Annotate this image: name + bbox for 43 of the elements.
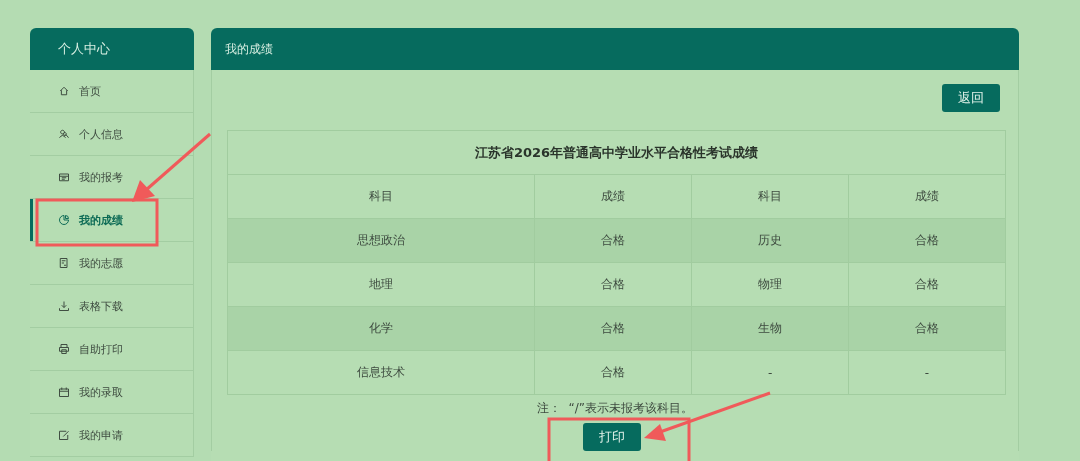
sidebar-item[interactable]: 我的申请: [30, 414, 194, 457]
menu-icon: [58, 171, 70, 183]
menu-icon: [58, 429, 70, 441]
menu-icon: [58, 300, 70, 312]
table-cell: 化学: [227, 306, 535, 351]
table-cell: 合格: [848, 262, 1006, 307]
sidebar-item[interactable]: 个人信息: [30, 113, 194, 156]
table-cell: 生物: [691, 306, 849, 351]
print-button[interactable]: 打印: [583, 423, 641, 451]
sidebar-title: 个人中心: [30, 28, 194, 70]
sidebar-item[interactable]: 我的报考: [30, 156, 194, 199]
table-cell: -: [848, 350, 1006, 395]
menu-icon: [58, 343, 70, 355]
menu-icon: [58, 257, 70, 269]
menu-icon: [58, 386, 70, 398]
panel-title: 我的成绩: [211, 28, 1019, 70]
table-cell: 历史: [691, 218, 849, 263]
note-text: 注： “/”表示未报考该科目。: [535, 400, 695, 417]
sidebar-item[interactable]: 我的志愿: [30, 242, 194, 285]
table-cell: 信息技术: [227, 350, 535, 395]
column-header: 成绩: [534, 174, 692, 219]
menu-icon: [58, 128, 70, 140]
column-header: 科目: [227, 174, 535, 219]
sidebar-item[interactable]: 自助打印: [30, 328, 194, 371]
back-button[interactable]: 返回: [942, 84, 1000, 112]
table-cell: 合格: [534, 262, 692, 307]
menu-icon: [58, 85, 70, 97]
sidebar-item[interactable]: 表格下载: [30, 285, 194, 328]
table-cell: 地理: [227, 262, 535, 307]
column-header: 科目: [691, 174, 849, 219]
table-cell: 合格: [848, 218, 1006, 263]
column-header: 成绩: [848, 174, 1006, 219]
table-title: 江苏省2026年普通高中学业水平合格性考试成绩: [227, 130, 1006, 175]
table-cell: 合格: [848, 306, 1006, 351]
menu-icon: [58, 214, 70, 226]
sidebar-item[interactable]: 首页: [30, 70, 194, 113]
table-cell: 合格: [534, 218, 692, 263]
table-cell: 思想政治: [227, 218, 535, 263]
table-cell: 合格: [534, 350, 692, 395]
table-cell: 合格: [534, 306, 692, 351]
table-cell: 物理: [691, 262, 849, 307]
table-cell: -: [691, 350, 849, 395]
sidebar-item[interactable]: 我的录取: [30, 371, 194, 414]
